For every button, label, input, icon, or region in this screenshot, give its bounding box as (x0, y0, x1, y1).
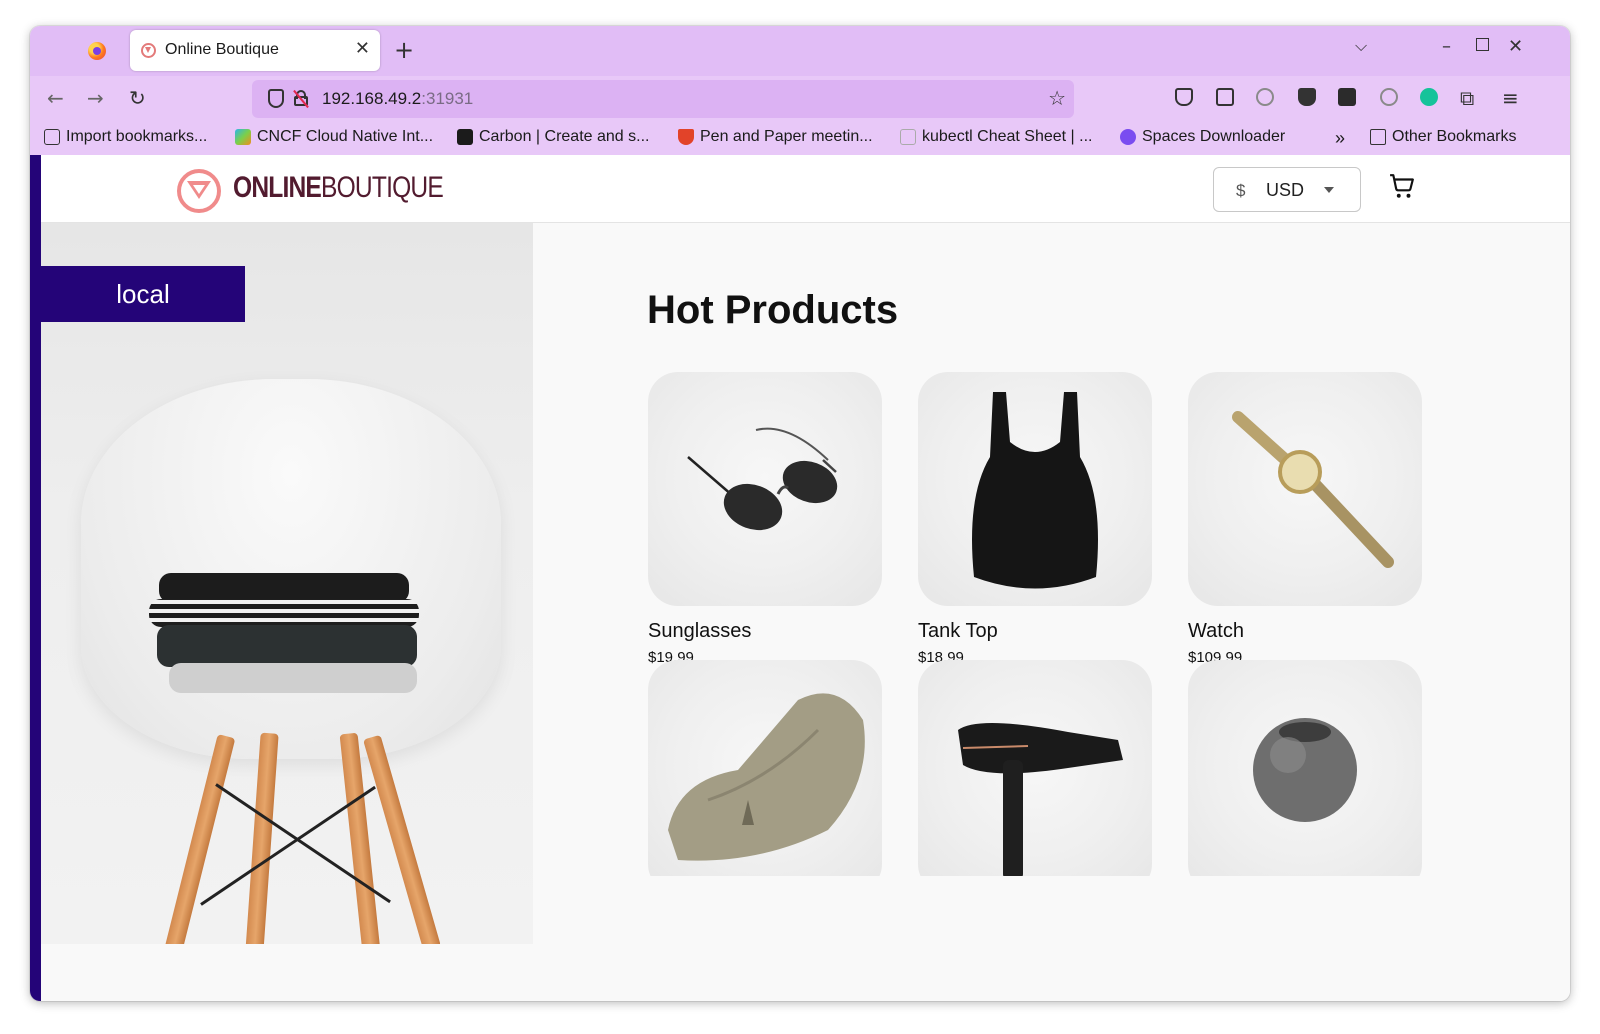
url-host: 192.168.49.2 (322, 89, 422, 108)
tab-title: Online Boutique (165, 41, 279, 58)
environment-badge: local (41, 266, 245, 322)
bookmark-label: Pen and Paper meetin... (700, 128, 873, 145)
product-card-watch[interactable]: Watch $109.99 (1188, 372, 1422, 666)
logo-bold-text: ONLINE (233, 171, 322, 204)
bookmark-spaces[interactable]: Spaces Downloader (1120, 128, 1285, 146)
products-row-2 (630, 660, 1450, 876)
product-image[interactable] (918, 660, 1152, 876)
url-text[interactable]: 192.168.49.2:31931 (322, 89, 473, 109)
password-manager-icon[interactable] (1338, 88, 1356, 106)
forward-icon[interactable]: → (87, 86, 104, 110)
accent-stripe (30, 155, 41, 1001)
insecure-lock-icon[interactable] (293, 89, 309, 109)
loafers-icon (668, 693, 865, 861)
bookmark-carbon[interactable]: Carbon | Create and s... (457, 128, 649, 146)
product-image[interactable] (648, 372, 882, 606)
spaces-icon (1120, 129, 1136, 145)
shield-icon[interactable] (268, 89, 284, 108)
gitlab-icon (678, 129, 694, 145)
bookmark-label: Spaces Downloader (1142, 128, 1286, 145)
minimize-icon[interactable]: – (1442, 36, 1451, 57)
bitwarden-icon[interactable] (1298, 88, 1316, 106)
site-header: ONLINEBOUTIQUE $ USD (41, 155, 1570, 223)
product-image[interactable] (1188, 372, 1422, 606)
site-logo[interactable]: ONLINEBOUTIQUE (233, 171, 444, 205)
reload-icon[interactable]: ↻ (129, 86, 146, 110)
product-card-candle-holder[interactable] (1188, 660, 1422, 876)
chair-leg (245, 732, 279, 944)
bookmark-pen-paper[interactable]: Pen and Paper meetin... (678, 128, 873, 146)
product-card-sunglasses[interactable]: Sunglasses $19.99 (648, 372, 882, 666)
hero-image (41, 223, 533, 944)
pocket-icon[interactable] (1175, 88, 1193, 106)
chair-leg (164, 734, 236, 944)
watch-icon (1232, 411, 1394, 568)
back-icon[interactable]: ← (47, 86, 64, 110)
bookmark-label: Other Bookmarks (1392, 128, 1517, 145)
hair-dryer-icon (958, 722, 1123, 876)
caret-down-icon (1324, 187, 1334, 193)
page-content: ONLINEBOUTIQUE $ USD local Hot Products … (30, 155, 1570, 1001)
close-window-icon[interactable]: ✕ (1508, 36, 1523, 57)
tab-strip: Online Boutique ✕ + ⌵ – ✕ (30, 26, 1570, 76)
candle-holder-icon (1253, 718, 1357, 822)
sunglasses-icon (687, 427, 838, 531)
product-card-tank-top[interactable]: Tank Top $18.99 (918, 372, 1152, 666)
product-card-hair-dryer[interactable] (918, 660, 1152, 876)
product-image[interactable] (648, 660, 882, 876)
product-card-loafers[interactable] (648, 660, 882, 876)
hamburger-menu-icon[interactable]: ≡ (1502, 86, 1519, 110)
close-tab-icon[interactable]: ✕ (355, 38, 370, 59)
bookmark-label: kubectl Cheat Sheet | ... (922, 128, 1093, 145)
firefox-icon[interactable] (88, 42, 106, 60)
bookmark-kubectl[interactable]: kubectl Cheat Sheet | ... (900, 128, 1092, 146)
url-port: :31931 (421, 89, 474, 108)
folded-clothes (149, 573, 429, 703)
bookmark-label: CNCF Cloud Native Int... (257, 128, 434, 145)
bookmark-label: Carbon | Create and s... (479, 128, 650, 145)
currency-symbol: $ (1236, 181, 1246, 200)
product-name[interactable]: Tank Top (918, 620, 1152, 643)
folder-icon (1370, 129, 1386, 145)
import-icon (44, 129, 60, 145)
bookmark-import[interactable]: Import bookmarks... (44, 128, 207, 146)
bookmark-other[interactable]: Other Bookmarks (1370, 128, 1516, 146)
new-tab-icon[interactable]: + (394, 36, 414, 64)
maximize-icon[interactable] (1476, 38, 1489, 51)
site-favicon-icon (141, 43, 156, 58)
bookmarks-toolbar: Import bookmarks... CNCF Cloud Native In… (30, 122, 1570, 155)
cart-icon[interactable] (1389, 173, 1415, 199)
nav-bar: ← → ↻ 192.168.49.2:31931 ☆ ⧉ ≡ (30, 76, 1570, 122)
product-name[interactable]: Sunglasses (648, 620, 882, 643)
carbon-icon (457, 129, 473, 145)
product-image[interactable] (918, 372, 1152, 606)
reader-view-icon[interactable] (1216, 88, 1234, 106)
page-icon (900, 129, 916, 145)
tab-online-boutique[interactable]: Online Boutique ✕ (130, 30, 380, 71)
more-bookmarks-icon[interactable]: » (1335, 128, 1345, 149)
product-image[interactable] (1188, 660, 1422, 876)
download-icon[interactable] (1380, 88, 1398, 106)
bookmark-label: Import bookmarks... (66, 128, 208, 145)
hot-products-title: Hot Products (647, 288, 899, 332)
extensions-puzzle-icon[interactable]: ⧉ (1460, 86, 1474, 110)
extension-icon[interactable] (1256, 88, 1274, 106)
boutique-logo-icon[interactable] (177, 169, 221, 213)
tank-top-icon (972, 392, 1098, 589)
chair-wire (200, 785, 376, 906)
currency-selector[interactable]: $ USD (1213, 167, 1361, 212)
currency-code: USD (1266, 180, 1305, 200)
grammarly-icon[interactable] (1420, 88, 1438, 106)
url-bar[interactable]: 192.168.49.2:31931 ☆ (252, 80, 1074, 118)
logo-thin-text: BOUTIQUE (321, 171, 444, 204)
cncf-icon (235, 129, 251, 145)
bookmark-cncf[interactable]: CNCF Cloud Native Int... (235, 128, 433, 146)
product-name[interactable]: Watch (1188, 620, 1422, 643)
browser-window: Online Boutique ✕ + ⌵ – ✕ ← → ↻ 192.168.… (30, 26, 1570, 1001)
bookmark-star-icon[interactable]: ☆ (1048, 86, 1066, 110)
chevron-down-icon[interactable]: ⌵ (1355, 36, 1367, 56)
